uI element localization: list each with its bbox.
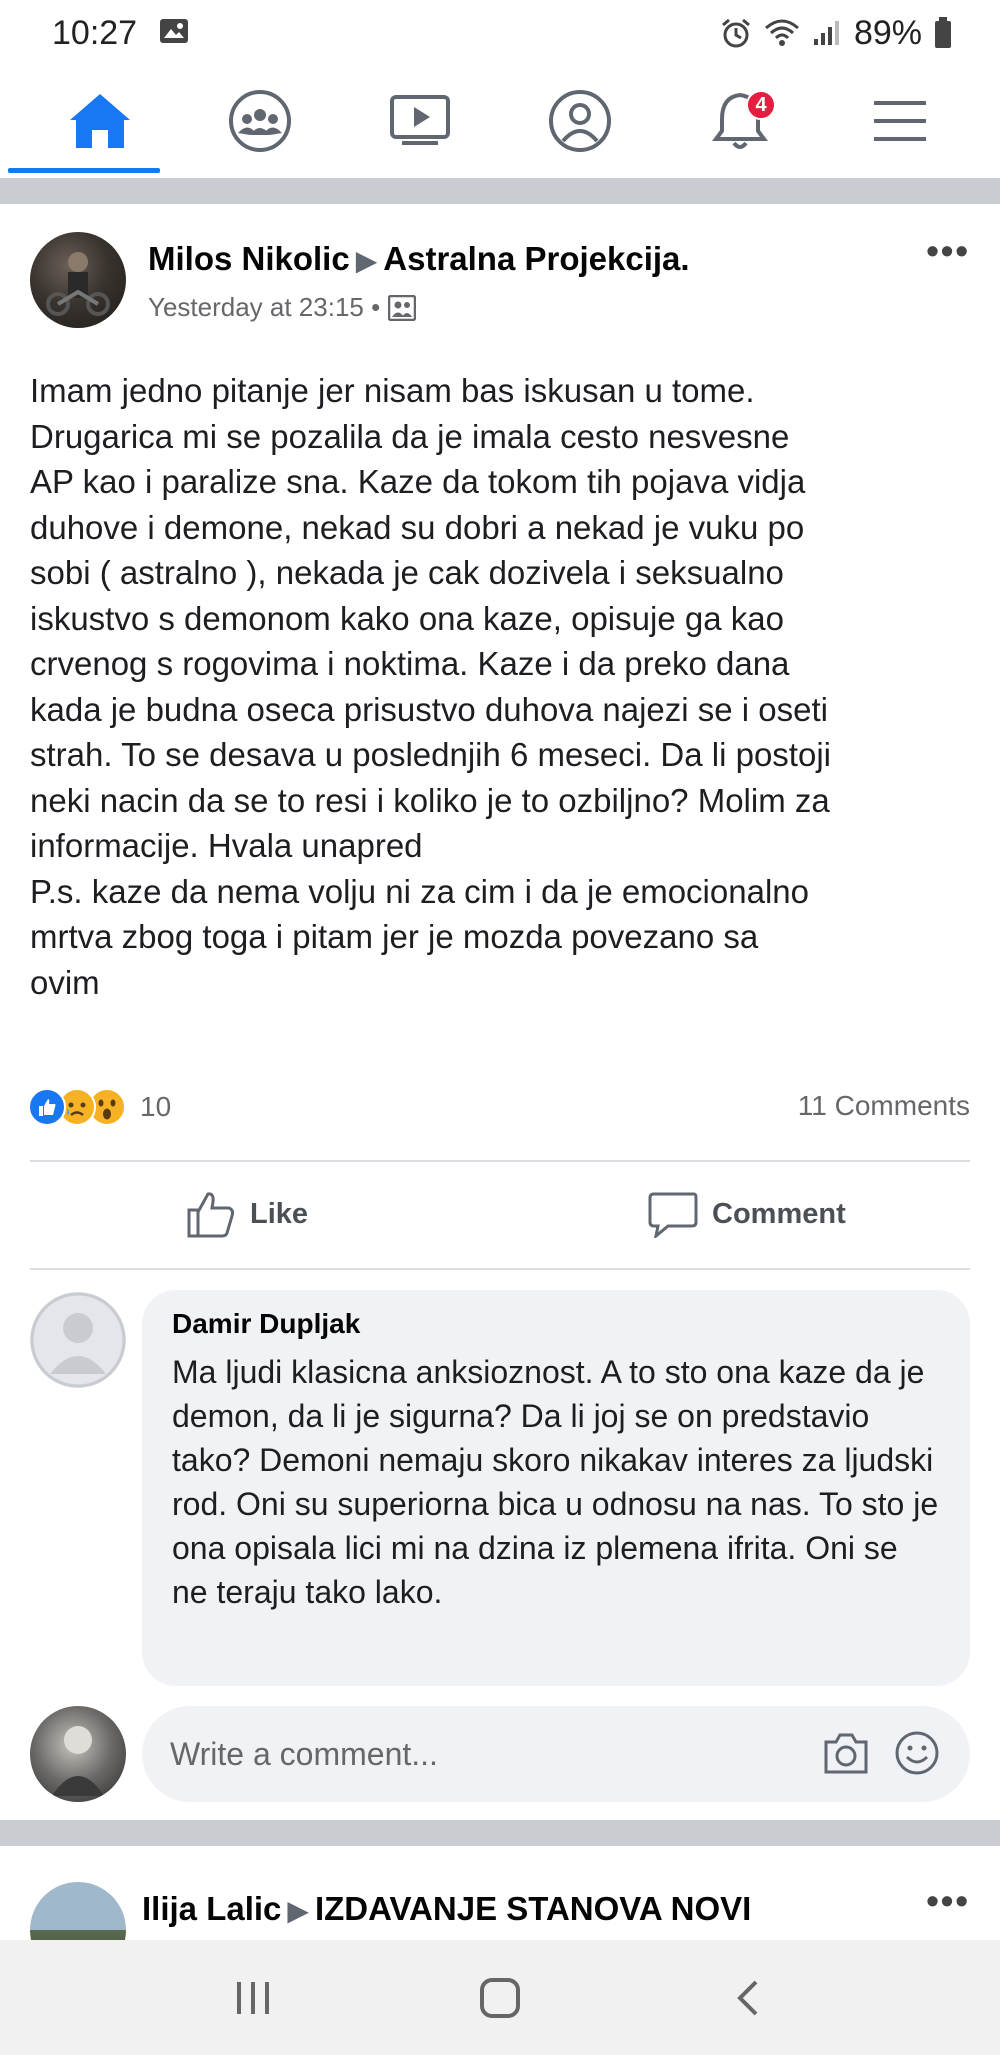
write-comment-input[interactable]: Write a comment...	[142, 1706, 970, 1802]
nav-menu[interactable]	[840, 76, 960, 166]
like-button[interactable]: Like	[186, 1190, 308, 1238]
status-bar: 10:27 89%	[0, 0, 1000, 66]
camera-icon[interactable]	[822, 1730, 870, 1776]
current-user-avatar	[30, 1706, 126, 1802]
profile-icon	[549, 90, 611, 152]
recent-apps-button[interactable]	[193, 1958, 313, 2038]
status-time: 10:27	[52, 13, 138, 52]
nav-watch[interactable]	[360, 76, 480, 166]
post-more-options-icon[interactable]: •••	[926, 233, 970, 269]
next-group-name[interactable]: IZDAVANJE STANOVA NOVI	[315, 1890, 751, 1927]
groups-icon	[229, 90, 291, 152]
top-nav: 4	[0, 66, 1000, 176]
post-text: Imam jedno pitanje jer nisam bas iskusan…	[30, 372, 831, 1001]
signal-icon	[812, 19, 842, 47]
like-label: Like	[250, 1197, 309, 1230]
comment-icon	[648, 1192, 698, 1238]
nav-groups[interactable]	[200, 76, 320, 166]
recent-apps-icon	[237, 1981, 270, 2014]
reaction-count: 10	[140, 1091, 172, 1122]
arrow-right-icon: ▶	[287, 1895, 309, 1926]
post-timestamp[interactable]: Yesterday at 23:15 •	[148, 292, 380, 323]
battery-icon	[934, 17, 952, 49]
divider	[30, 1160, 970, 1162]
section-divider	[0, 178, 1000, 204]
like-reaction-icon	[28, 1088, 66, 1126]
arrow-right-icon: ▶	[355, 245, 378, 276]
comment-author[interactable]: Damir Dupljak	[172, 1308, 940, 1340]
alarm-icon	[720, 17, 752, 49]
reactions-summary[interactable]: 10	[28, 1088, 171, 1126]
android-nav-bar	[0, 1940, 1000, 2055]
nav-notifications[interactable]: 4	[680, 76, 800, 166]
comments-count-link[interactable]: 11 Comments	[798, 1090, 970, 1122]
home-square-icon	[479, 1977, 520, 2018]
comment-bubble: Damir Dupljak Ma ljudi klasicna anksiozn…	[142, 1290, 970, 1686]
comment-button[interactable]: Comment	[648, 1190, 846, 1238]
post-author-line: Milos Nikolic ▶ Astralna Projekcija.	[148, 240, 690, 278]
comment-avatar[interactable]	[30, 1292, 126, 1388]
comment-label: Comment	[712, 1197, 846, 1230]
divider	[30, 1268, 970, 1270]
home-icon	[70, 94, 130, 148]
video-icon	[390, 95, 450, 145]
nav-profile[interactable]	[520, 76, 640, 166]
comment-text: Ma ljudi klasicna anksioznost. A to sto …	[172, 1354, 939, 1610]
gallery-icon	[159, 14, 189, 53]
next-post-author-line: Ilija Lalic ▶ IZDAVANJE STANOVA NOVI	[142, 1890, 751, 1928]
back-icon	[736, 1980, 758, 2015]
avatar[interactable]	[30, 232, 126, 328]
notification-badge: 4	[746, 90, 776, 120]
post-body: Imam jedno pitanje jer nisam bas iskusan…	[30, 368, 980, 1005]
group-name[interactable]: Astralna Projekcija.	[383, 240, 689, 277]
nav-home[interactable]	[40, 76, 160, 166]
thumbs-up-icon	[187, 1192, 235, 1238]
active-tab-indicator	[8, 168, 160, 173]
post-header: Milos Nikolic ▶ Astralna Projekcija. Yeste…	[30, 232, 970, 332]
section-divider	[0, 1820, 1000, 1846]
post-meta: Yesterday at 23:15 •	[148, 292, 417, 323]
next-post-more-options-icon[interactable]: •••	[926, 1883, 970, 1919]
back-button[interactable]	[687, 1958, 807, 2038]
emoji-icon[interactable]	[894, 1730, 940, 1776]
comment-placeholder: Write a comment...	[170, 1735, 438, 1772]
hamburger-menu-icon	[874, 101, 926, 141]
battery-percent: 89%	[853, 13, 922, 52]
next-author-name[interactable]: Ilija Lalic	[142, 1890, 281, 1927]
home-button[interactable]	[440, 1958, 560, 2038]
author-name[interactable]: Milos Nikolic	[148, 240, 350, 277]
wifi-icon	[764, 18, 800, 48]
group-privacy-icon	[388, 294, 417, 321]
